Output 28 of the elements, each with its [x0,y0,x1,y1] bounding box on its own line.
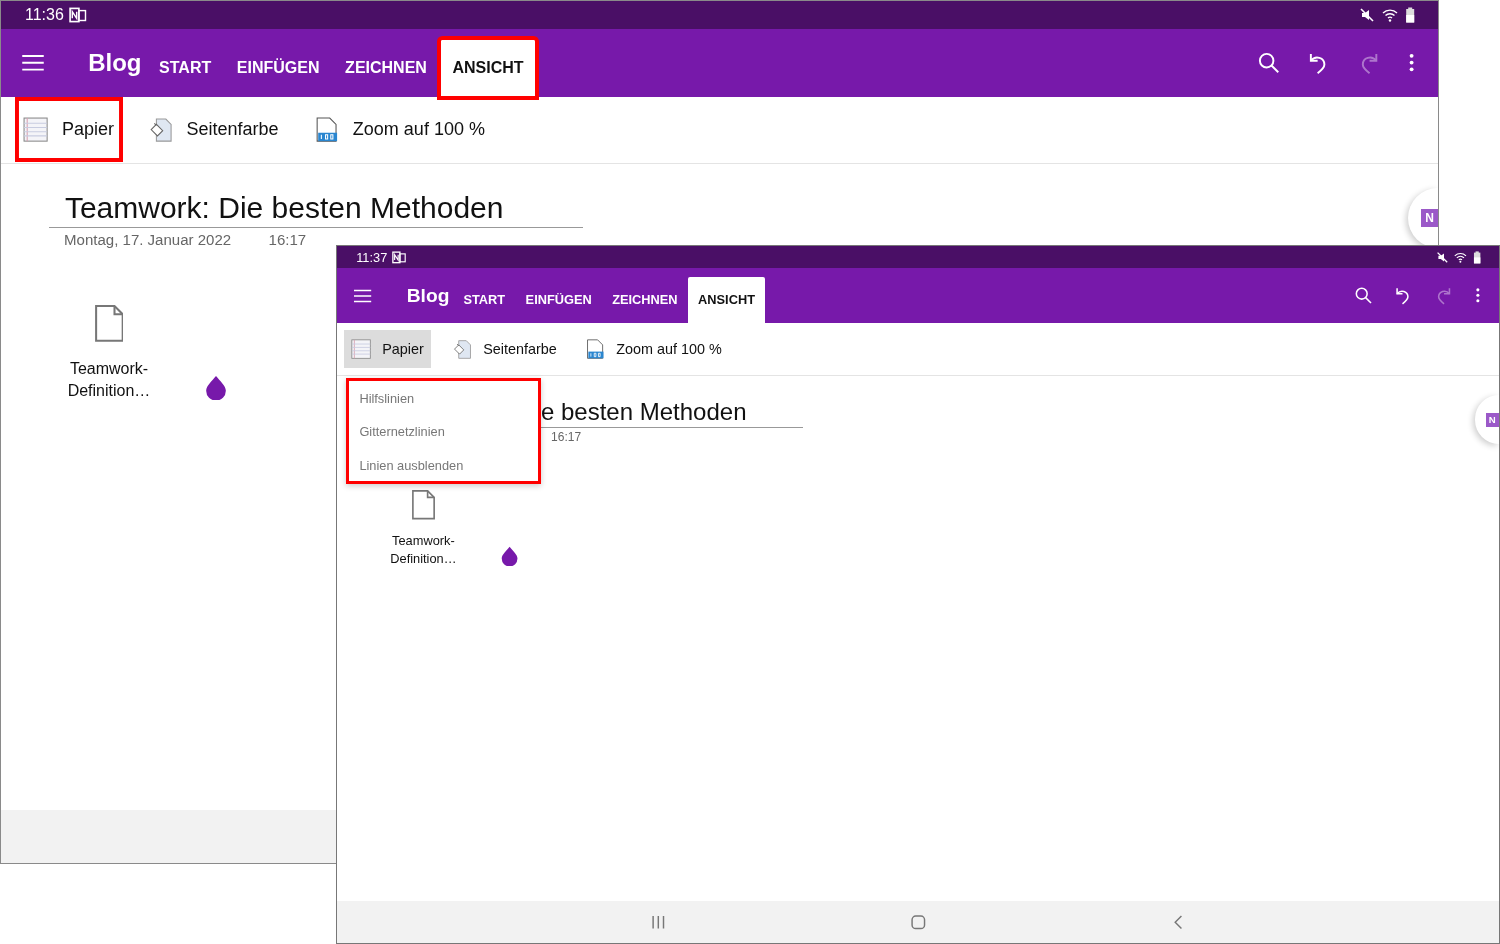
ribbon-tab[interactable]: ANSICHT [439,39,537,97]
notebook-side-button[interactable]: N [1474,395,1499,445]
ribbon-tab[interactable]: ANSICHT [687,276,766,323]
ribbon-tab[interactable]: START [146,39,225,97]
page-color-button[interactable]: Seitenfarbe [138,105,288,155]
attachment-name[interactable]: Teamwork-Definition… [58,358,160,402]
notebook-title: Blog [88,49,142,77]
status-time: 11:37 [356,249,388,265]
page-date: Montag, 17. Januar 2022 [64,230,233,248]
page-color-button[interactable]: Seitenfarbe [445,329,564,369]
ribbon-tab[interactable]: START [453,276,516,323]
ribbon-tab[interactable]: ZEICHNEN [332,39,440,97]
page-time: 16:17 [551,430,582,445]
page-time: 16:17 [268,230,307,248]
zoom-button[interactable]: Zoom auf 100 % [305,105,494,155]
ribbon-tab[interactable]: EINFÜGEN [515,276,602,323]
ribbon-tab[interactable]: EINFÜGEN [224,39,333,97]
attachment-name[interactable]: Teamwork-Definition… [383,532,464,567]
notebook-logo-icon: N [1485,412,1499,427]
status-time: 11:36 [25,6,64,24]
paper-button[interactable]: Papier [344,329,431,369]
notebook-title: Blog [406,284,450,307]
paper-button[interactable]: Papier [15,97,123,163]
menu-item[interactable]: Linien ausblenden [345,448,541,482]
ribbon-tab[interactable]: ZEICHNEN [601,276,688,323]
page-title: Teamwork: Die besten Methoden [49,188,584,229]
zoom-button[interactable]: Zoom auf 100 % [578,329,729,369]
notebook-logo-icon: N [1421,209,1438,227]
